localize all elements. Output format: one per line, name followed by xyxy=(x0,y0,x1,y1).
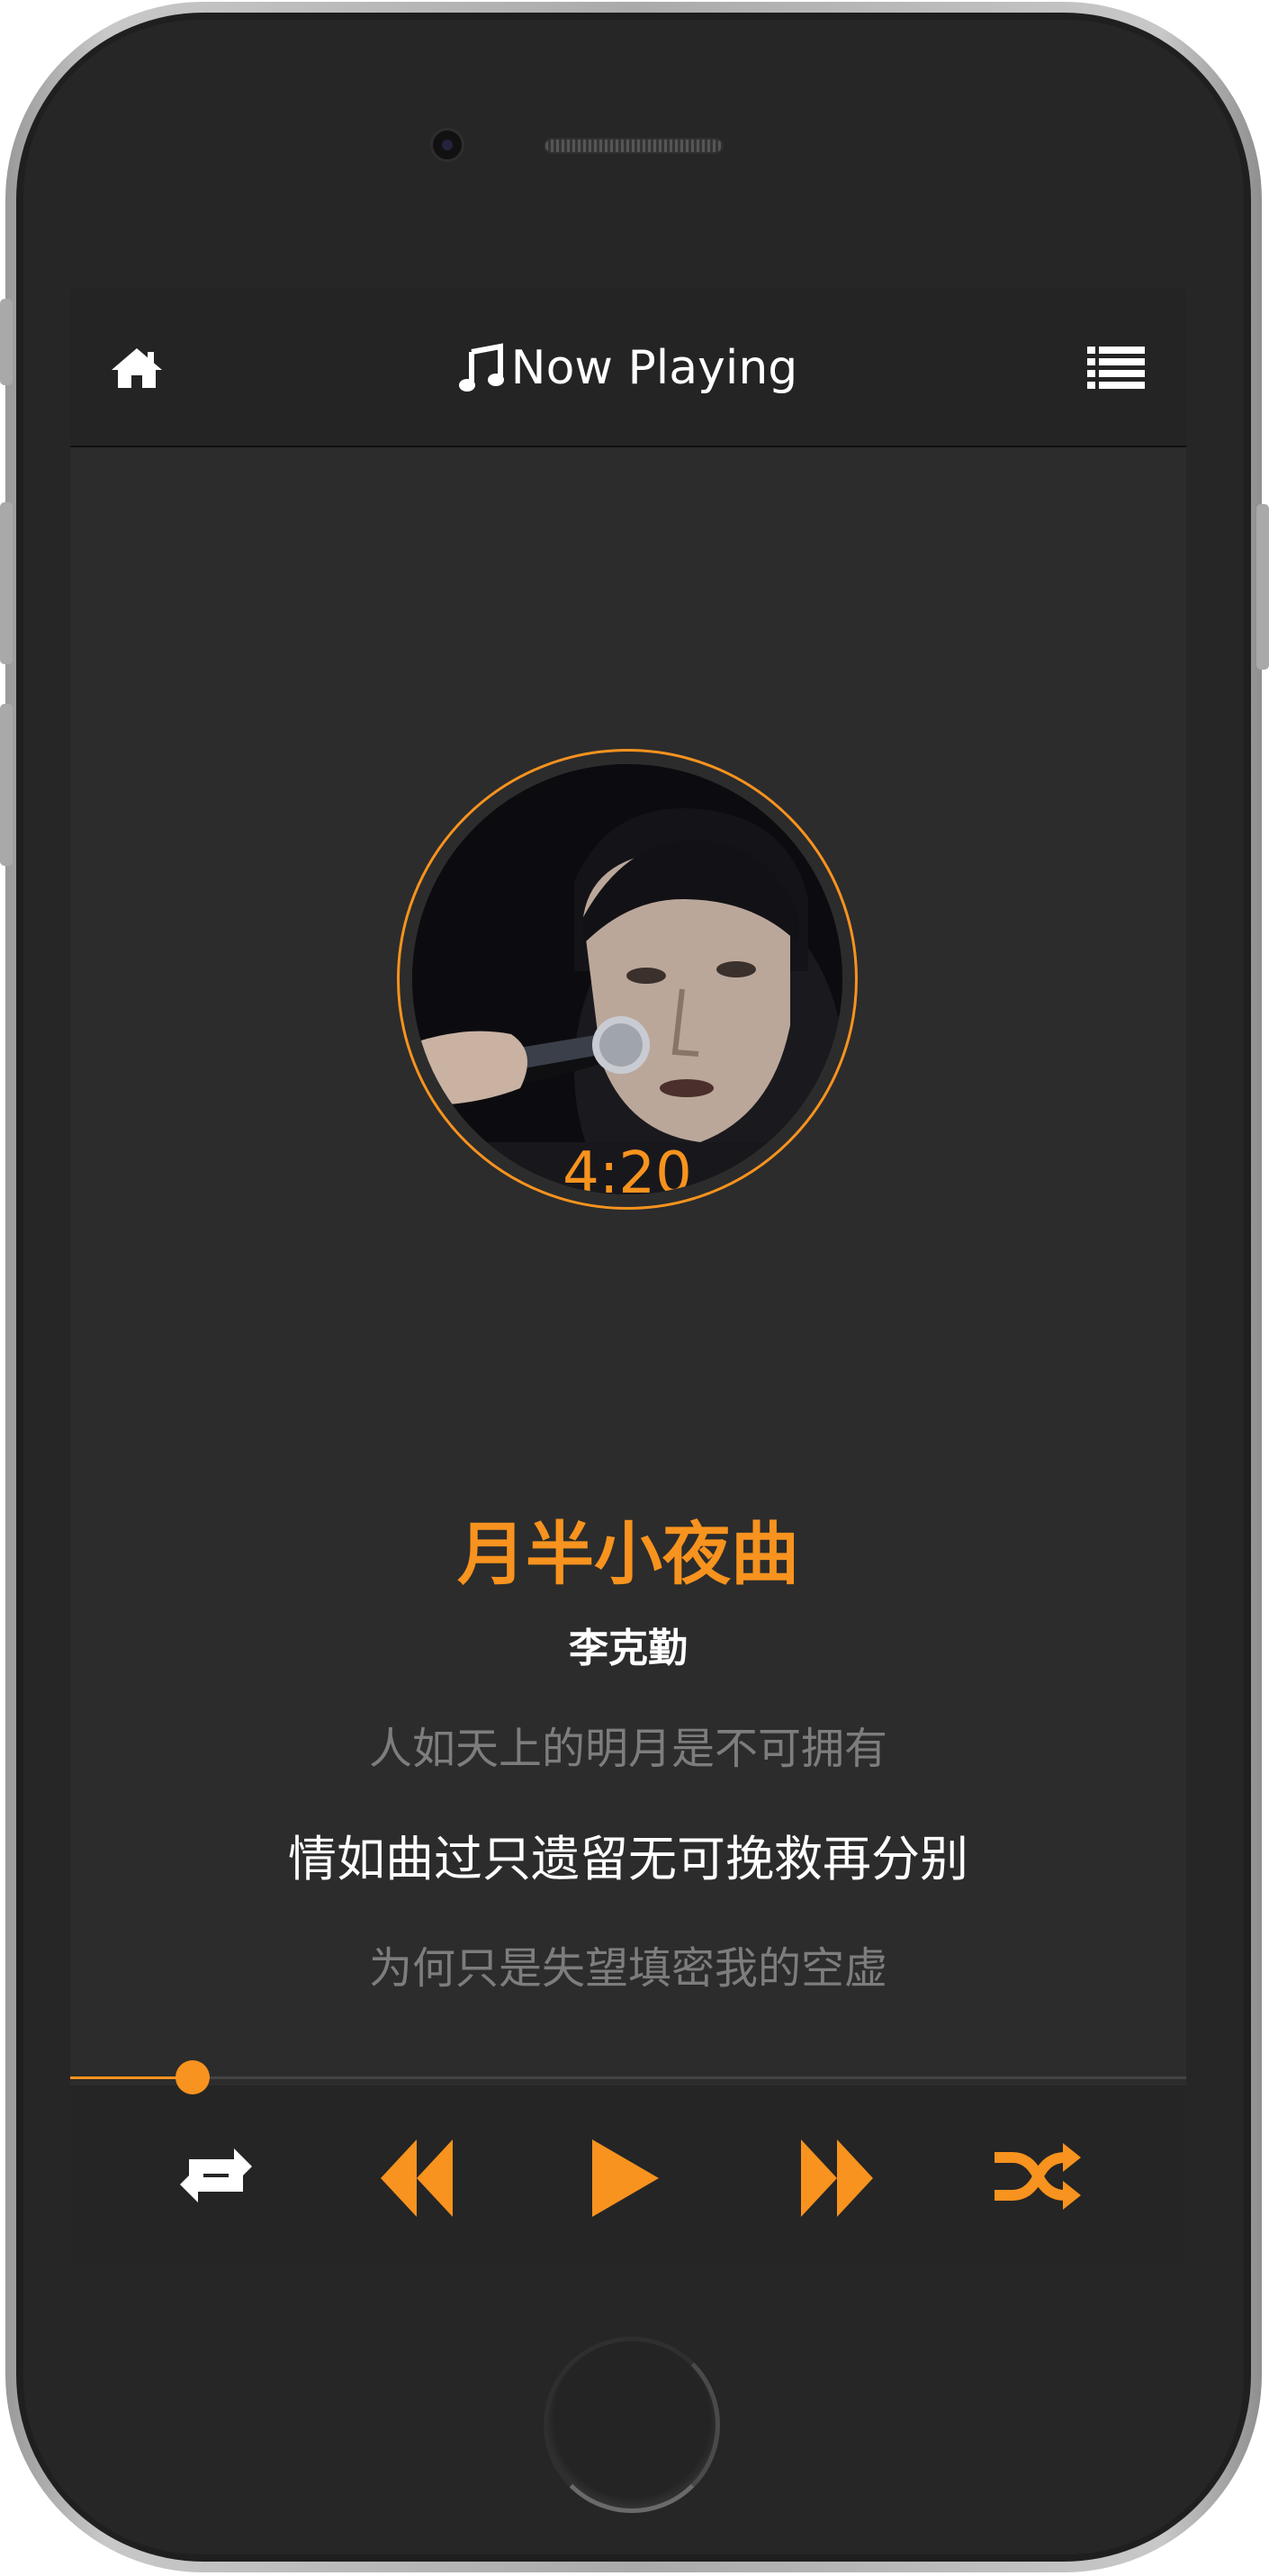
rewind-icon[interactable] xyxy=(381,2139,458,2217)
play-icon[interactable] xyxy=(589,2139,662,2217)
repeat-icon[interactable] xyxy=(169,2139,263,2211)
progress-knob[interactable] xyxy=(176,2060,210,2094)
front-camera xyxy=(430,128,464,162)
song-title: 月半小夜曲 xyxy=(457,1514,799,1594)
progress-track[interactable] xyxy=(70,2076,1186,2079)
lyric-line-previous: 人如天上的明月是不可拥有 xyxy=(368,1724,887,1774)
artist-photo xyxy=(412,764,842,1194)
music-note-icon xyxy=(458,343,504,392)
power-button xyxy=(1256,504,1269,670)
top-bar: Now Playing xyxy=(70,289,1186,447)
volume-up-button xyxy=(0,502,13,664)
fast-forward-icon[interactable] xyxy=(796,2139,873,2217)
album-cover: 4:20 xyxy=(412,764,842,1194)
earpiece-speaker xyxy=(544,138,724,154)
list-icon[interactable] xyxy=(1087,345,1145,392)
track-timer: 4:20 xyxy=(562,1140,692,1194)
player-screen: Now Playing 4:20 月半小夜曲 李克勤 人如天上的明月是不可拥有 … xyxy=(70,289,1186,2264)
volume-down-button xyxy=(0,704,13,866)
lyric-line-current: 情如曲过只遗留无可挽救再分别 xyxy=(288,1831,968,1887)
progress-fill xyxy=(70,2076,193,2079)
mute-switch xyxy=(0,299,13,385)
album-cover-ring[interactable]: 4:20 xyxy=(397,749,858,1210)
lyric-line-next: 为何只是失望填密我的空虚 xyxy=(368,1943,887,1994)
playback-controls xyxy=(70,2085,1186,2264)
page-title: Now Playing xyxy=(510,341,798,395)
shuffle-icon[interactable] xyxy=(993,2139,1083,2217)
phone-home-button[interactable] xyxy=(544,2337,720,2513)
artist-name: 李克勤 xyxy=(569,1626,688,1671)
header-title-group: Now Playing xyxy=(70,336,1186,401)
